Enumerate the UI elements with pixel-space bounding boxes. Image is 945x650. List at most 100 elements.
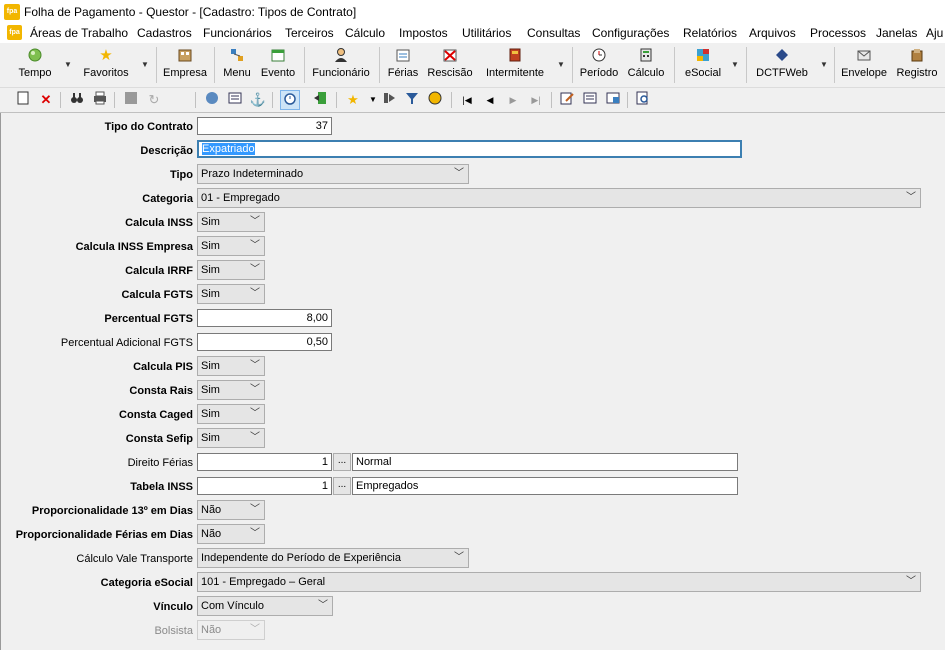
tabela-inss-input[interactable]: 1 xyxy=(197,477,332,495)
vinculo-label: Vínculo xyxy=(153,601,193,613)
categoria-select[interactable]: 01 - Empregado ﹀ xyxy=(197,188,921,208)
window-title: Folha de Pagamento - Questor - [Cadastro… xyxy=(24,5,357,19)
calcula-inss-empresa-label: Calcula INSS Empresa xyxy=(75,241,193,253)
calcula-inss-empresa-select[interactable]: Sim ﹀ xyxy=(197,236,265,256)
new-record-icon[interactable] xyxy=(14,91,32,109)
menu-terceiros[interactable]: Terceiros xyxy=(285,26,334,40)
dctfweb-button[interactable]: DCTFWeb xyxy=(752,45,812,85)
esocial-dropdown-arrow-icon[interactable]: ▼ xyxy=(731,60,739,69)
chevron-down-icon: ﹀ xyxy=(250,432,260,443)
menu-consultas[interactable]: Consultas xyxy=(527,26,580,40)
toolbar-separator xyxy=(379,47,380,83)
consta-rais-select[interactable]: Sim ﹀ xyxy=(197,380,265,400)
menu-areas-de-trabalho[interactable]: Áreas de Trabalho xyxy=(30,26,128,40)
direito-ferias-lookup-button[interactable]: ... xyxy=(333,453,351,471)
menu-arquivos[interactable]: Arquivos xyxy=(749,26,796,40)
empresa-button[interactable]: Empresa xyxy=(162,45,208,85)
filter-icon[interactable] xyxy=(403,91,421,109)
menu-cadastros[interactable]: Cadastros xyxy=(137,26,192,40)
globe-settings-icon[interactable] xyxy=(203,91,221,109)
exit-door-icon[interactable] xyxy=(311,91,329,109)
menu-calculo[interactable]: Cálculo xyxy=(345,26,385,40)
first-record-icon[interactable]: |◀ xyxy=(458,91,476,109)
delete-record-icon[interactable]: ✕ xyxy=(37,91,55,109)
calcula-irrf-select[interactable]: Sim ﹀ xyxy=(197,260,265,280)
tabela-inss-lookup-button[interactable]: ... xyxy=(333,477,351,495)
calcula-fgts-select[interactable]: Sim ﹀ xyxy=(197,284,265,304)
menu-relatorios[interactable]: Relatórios xyxy=(683,26,737,40)
menu-configuracoes[interactable]: Configurações xyxy=(592,26,669,40)
menu-janelas[interactable]: Janelas xyxy=(876,26,917,40)
menu-app-icon[interactable]: fpa xyxy=(7,25,22,40)
registro-button[interactable]: Registro xyxy=(892,45,942,85)
percentual-fgts-input[interactable]: 8,00 xyxy=(197,309,332,327)
next-record-icon[interactable]: ▶ xyxy=(504,91,522,109)
tempo-button[interactable]: Tempo xyxy=(12,45,58,85)
periodo-button[interactable]: Período xyxy=(578,45,620,85)
chevron-down-icon: ﹀ xyxy=(454,552,464,563)
toolbar-separator xyxy=(304,47,305,83)
descricao-input[interactable]: Expatriado xyxy=(197,140,742,158)
preview-icon[interactable] xyxy=(634,91,652,109)
favoritos-button[interactable]: ★ Favoritos xyxy=(80,45,132,85)
direito-ferias-input[interactable]: 1 xyxy=(197,453,332,471)
chevron-down-icon: ﹀ xyxy=(454,168,464,179)
calculo-button[interactable]: Cálculo xyxy=(624,45,668,85)
star-icon: ★ xyxy=(99,47,113,64)
esocial-button[interactable]: eSocial xyxy=(680,45,726,85)
chevron-down-icon: ﹀ xyxy=(906,192,916,203)
form-view-icon[interactable] xyxy=(226,91,244,109)
tipo-contrato-input[interactable]: 37 xyxy=(197,117,332,135)
form-left-border xyxy=(0,113,1,650)
period-icon xyxy=(590,47,608,65)
tipo-select[interactable]: Prazo Indeterminado ﹀ xyxy=(197,164,469,184)
report-icon[interactable] xyxy=(581,91,599,109)
stopwatch-icon[interactable] xyxy=(280,90,300,110)
previous-record-icon[interactable]: ◀ xyxy=(481,91,499,109)
dctfweb-dropdown-arrow-icon[interactable]: ▼ xyxy=(820,60,828,69)
menu-ajuda[interactable]: Aju xyxy=(926,26,943,40)
bookmark-arrow-icon[interactable] xyxy=(380,91,398,109)
tipo-label: Tipo xyxy=(169,169,193,181)
menu-impostos[interactable]: Impostos xyxy=(399,26,448,40)
favoritos-dropdown-arrow-icon[interactable]: ▼ xyxy=(141,60,149,69)
filter-clear-icon[interactable] xyxy=(426,91,444,109)
consta-sefip-select[interactable]: Sim ﹀ xyxy=(197,428,265,448)
contract-type-form: Tipo do Contrato 37 Descrição Expatriado… xyxy=(0,113,945,650)
menu-utilitarios[interactable]: Utilitários xyxy=(462,26,511,40)
calcula-inss-select[interactable]: Sim ﹀ xyxy=(197,212,265,232)
evento-button[interactable]: Evento xyxy=(258,45,298,85)
percentual-fgts-label: Percentual FGTS xyxy=(104,313,193,325)
envelope-button[interactable]: Envelope xyxy=(840,45,888,85)
consta-caged-select[interactable]: Sim ﹀ xyxy=(197,404,265,424)
menu-processos[interactable]: Processos xyxy=(810,26,866,40)
favorite-star-icon[interactable]: ★ xyxy=(344,91,362,109)
calcula-pis-select[interactable]: Sim ﹀ xyxy=(197,356,265,376)
toolbar-separator xyxy=(195,92,196,108)
intermitente-button[interactable]: Intermitente xyxy=(481,45,549,85)
percentual-adicional-fgts-input[interactable]: 0,50 xyxy=(197,333,332,351)
vinculo-select[interactable]: Com Vínculo ﹀ xyxy=(197,596,333,616)
edit-record-icon[interactable] xyxy=(558,91,576,109)
proporcionalidade-ferias-select[interactable]: Não ﹀ xyxy=(197,524,265,544)
chevron-down-icon: ﹀ xyxy=(250,528,260,539)
calculo-vale-transporte-select[interactable]: Independente do Período de Experiência ﹀ xyxy=(197,548,469,568)
proporcionalidade-13-select[interactable]: Não ﹀ xyxy=(197,500,265,520)
chevron-down-icon: ﹀ xyxy=(250,360,260,371)
funcionario-button[interactable]: Funcionário xyxy=(310,45,372,85)
tipo-contrato-label: Tipo do Contrato xyxy=(104,121,193,133)
report-export-icon[interactable] xyxy=(604,91,622,109)
print-icon[interactable] xyxy=(91,91,109,109)
anchor-icon[interactable]: ⚓ xyxy=(249,91,267,109)
last-record-icon[interactable]: ▶| xyxy=(527,91,545,109)
binoculars-icon[interactable] xyxy=(68,91,86,109)
categoria-esocial-select[interactable]: 101 - Empregado – Geral ﹀ xyxy=(197,572,921,592)
tempo-dropdown-arrow-icon[interactable]: ▼ xyxy=(64,60,72,69)
percentual-adicional-fgts-label: Percentual Adicional FGTS xyxy=(60,337,193,349)
menu-button[interactable]: Menu xyxy=(220,45,254,85)
rescisao-button[interactable]: Rescisão xyxy=(425,45,475,85)
menu-funcionarios[interactable]: Funcionários xyxy=(203,26,272,40)
intermitente-dropdown-arrow-icon[interactable]: ▼ xyxy=(557,60,565,69)
ferias-button[interactable]: Férias xyxy=(385,45,421,85)
toolbar-separator xyxy=(746,47,747,83)
